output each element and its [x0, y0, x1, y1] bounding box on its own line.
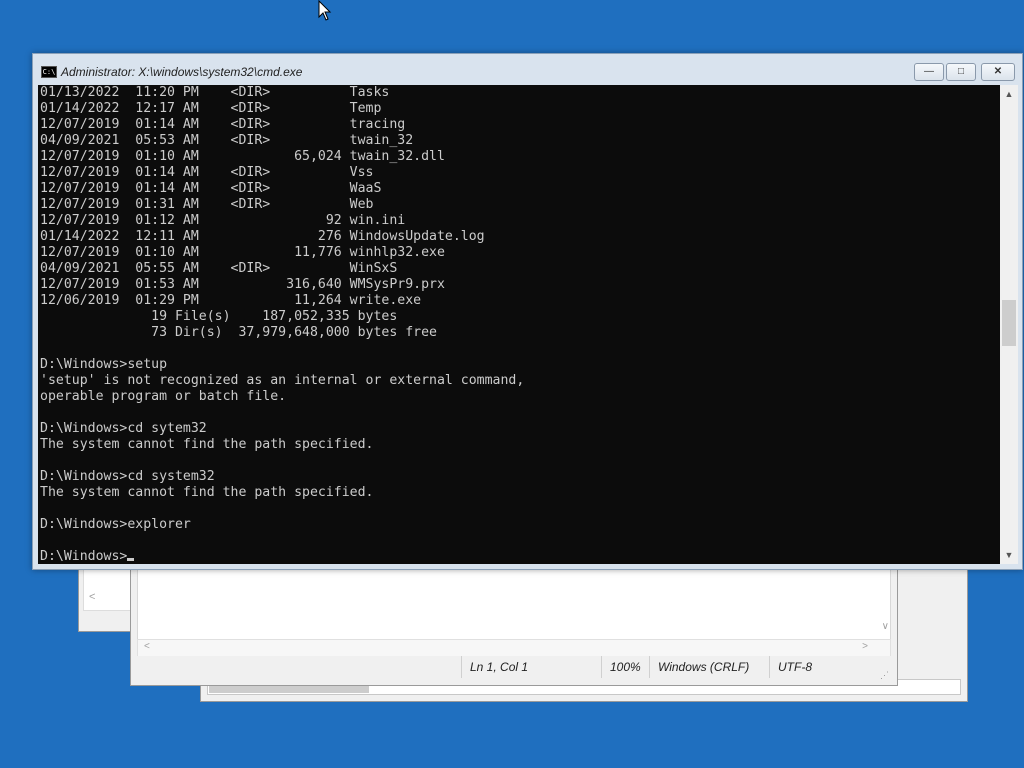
notepad-text-area[interactable] [137, 565, 891, 641]
cmd-window[interactable]: C:\ Administrator: X:\windows\system32\c… [32, 53, 1023, 570]
notepad-horizontal-scrollbar[interactable]: < > [137, 639, 891, 657]
mouse-pointer-icon [318, 0, 332, 21]
resize-grip-icon[interactable]: ⋰ [880, 670, 889, 681]
scroll-left-icon[interactable]: < [144, 641, 150, 652]
console-prompt[interactable]: D:\Windows> [40, 549, 127, 564]
scroll-down-icon[interactable]: ▼ [1000, 550, 1018, 560]
maximize-button[interactable]: □ [946, 63, 976, 81]
console-output: 01/13/2022 11:20 PM <DIR> Tasks 01/14/20… [38, 85, 1000, 564]
scrollbar-thumb[interactable] [1002, 300, 1016, 346]
console-history: 01/13/2022 11:20 PM <DIR> Tasks 01/14/20… [40, 85, 525, 532]
background-window-left[interactable]: < [78, 560, 138, 632]
close-button[interactable]: ✕ [981, 63, 1015, 81]
minimize-button[interactable]: — [914, 63, 944, 81]
horizontal-scrollbar-thumb[interactable] [209, 685, 369, 693]
status-cursor-position: Ln 1, Col 1 [461, 656, 601, 678]
text-cursor [127, 558, 135, 561]
title-bar[interactable]: C:\ Administrator: X:\windows\system32\c… [33, 54, 1022, 84]
background-window-content [83, 565, 137, 611]
status-line-ending: Windows (CRLF) [649, 656, 769, 678]
scroll-down-icon[interactable]: ∨ [882, 621, 889, 632]
scroll-left-icon[interactable]: < [89, 591, 95, 603]
cmd-app-icon[interactable]: C:\ [41, 66, 57, 78]
console-area[interactable]: 01/13/2022 11:20 PM <DIR> Tasks 01/14/20… [38, 85, 1000, 564]
window-title: Administrator: X:\windows\system32\cmd.e… [61, 65, 303, 79]
scroll-right-icon[interactable]: > [862, 641, 868, 652]
notepad-status-bar: Ln 1, Col 1 100% Windows (CRLF) UTF-8 [137, 656, 891, 678]
notepad-window[interactable]: ∨ < > Ln 1, Col 1 100% Windows (CRLF) UT… [130, 558, 898, 686]
scroll-up-icon[interactable]: ▲ [1000, 89, 1018, 99]
vertical-scrollbar[interactable]: ▲ ▼ [1000, 85, 1018, 564]
status-encoding: UTF-8 [769, 656, 879, 678]
